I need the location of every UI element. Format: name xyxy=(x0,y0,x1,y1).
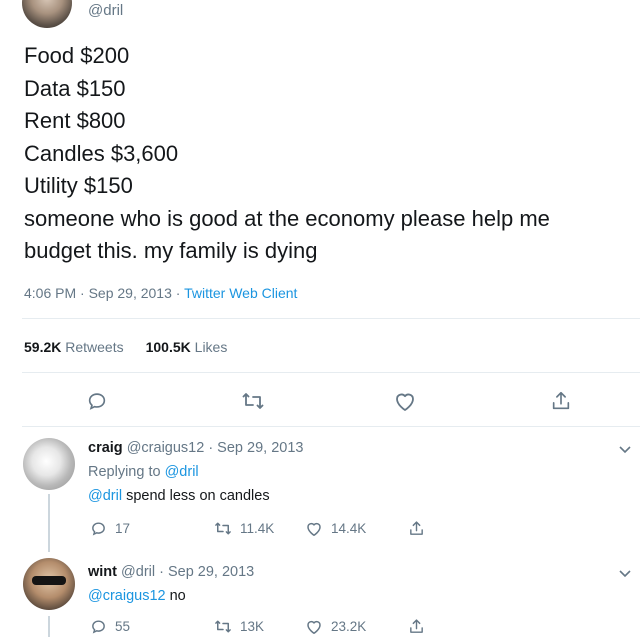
tweet-meta: 4:06 PM · Sep 29, 2013 · Twitter Web Cli… xyxy=(24,285,297,301)
like-button[interactable] xyxy=(390,386,420,416)
reply-actions: 17 11.4K 14.4K xyxy=(0,520,640,540)
tweet-line: someone who is good at the economy pleas… xyxy=(24,205,550,231)
tweet-timestamp[interactable]: 4:06 PM · Sep 29, 2013 · xyxy=(24,285,184,301)
avatar[interactable] xyxy=(23,558,75,610)
retweets-stat[interactable]: 59.2K Retweets xyxy=(24,339,124,355)
reply-button[interactable]: 55 xyxy=(90,618,130,635)
likes-label: Likes xyxy=(194,339,228,355)
share-icon xyxy=(410,619,423,633)
reply-body: spend less on candles xyxy=(122,488,270,504)
retweet-icon xyxy=(242,393,264,409)
like-count: 23.2K xyxy=(331,619,367,634)
avatar[interactable] xyxy=(23,438,75,490)
tweet-client-link[interactable]: Twitter Web Client xyxy=(184,285,297,301)
replying-to-label: Replying to xyxy=(88,464,165,480)
reply-button[interactable] xyxy=(82,386,112,416)
share-button[interactable] xyxy=(408,520,425,537)
retweet-count: 11.4K xyxy=(240,521,275,536)
reply-count: 55 xyxy=(115,619,131,634)
reply-tweet[interactable]: wint @dril · Sep 29, 2013 @craigus12 no … xyxy=(0,552,640,637)
retweet-button[interactable]: 13K xyxy=(214,618,264,635)
tweet-text: Food $200 Data $150 Rent $800 Candles $3… xyxy=(24,40,550,268)
likes-stat[interactable]: 100.5K Likes xyxy=(146,339,228,355)
tweet-stats: 59.2K Retweets 100.5K Likes xyxy=(24,339,227,355)
share-icon xyxy=(552,391,570,410)
replying-to-handle[interactable]: @dril xyxy=(165,464,199,480)
reply-icon xyxy=(92,522,105,536)
reply-header: wint @dril · Sep 29, 2013 xyxy=(88,564,254,580)
mention-link[interactable]: @craigus12 xyxy=(88,588,166,604)
avatar[interactable] xyxy=(22,0,72,28)
chevron-down-icon[interactable] xyxy=(618,442,632,456)
reply-author-name[interactable]: wint xyxy=(88,564,117,580)
reply-icon xyxy=(88,393,106,410)
reply-text: @dril spend less on candles xyxy=(88,488,270,504)
tweet-line: Rent $800 xyxy=(24,108,126,133)
retweet-button[interactable]: 11.4K xyxy=(214,520,274,537)
reply-handle-date[interactable]: @craigus12 · Sep 29, 2013 xyxy=(127,440,304,456)
retweet-button[interactable] xyxy=(238,386,268,416)
tweet-line: Candles $3,600 xyxy=(24,140,179,166)
mention-link[interactable]: @dril xyxy=(88,488,122,504)
tweet-line: budget this. my family is dying xyxy=(24,238,318,263)
like-count: 14.4K xyxy=(331,521,367,536)
reply-author-name[interactable]: craig xyxy=(88,440,123,456)
likes-count: 100.5K xyxy=(145,339,191,355)
reply-count: 17 xyxy=(115,521,131,536)
reply-actions: 55 13K 23.2K xyxy=(0,618,640,638)
retweet-icon xyxy=(215,522,231,535)
share-icon xyxy=(410,521,423,535)
tweet-line: Utility $150 xyxy=(24,173,133,198)
retweet-count: 13K xyxy=(240,619,265,634)
like-icon xyxy=(307,620,321,634)
reply-button[interactable]: 17 xyxy=(90,520,130,537)
retweets-count: 59.2K xyxy=(24,339,62,355)
reply-text: @craigus12 no xyxy=(88,588,186,604)
tweet-line: Data $150 xyxy=(24,75,126,101)
retweets-label: Retweets xyxy=(65,339,124,355)
like-button[interactable]: 23.2K xyxy=(305,618,366,635)
tweet-actions xyxy=(0,386,640,416)
reply-tweet[interactable]: craig @craigus12 · Sep 29, 2013 Replying… xyxy=(0,426,640,552)
reply-handle-date[interactable]: @dril · Sep 29, 2013 xyxy=(121,564,254,580)
reply-body: no xyxy=(165,588,186,604)
like-button[interactable]: 14.4K xyxy=(305,520,366,537)
share-button[interactable] xyxy=(408,618,425,635)
sunglasses xyxy=(32,576,66,585)
like-icon xyxy=(396,393,414,411)
reply-header: craig @craigus12 · Sep 29, 2013 xyxy=(88,440,303,456)
divider xyxy=(22,372,640,373)
author-handle[interactable]: @dril xyxy=(88,2,123,19)
reply-icon xyxy=(92,620,105,634)
share-button[interactable] xyxy=(546,386,576,416)
chevron-down-icon[interactable] xyxy=(618,566,632,580)
tweet-line: Food $200 xyxy=(24,43,130,68)
divider xyxy=(22,318,640,319)
retweet-icon xyxy=(215,620,231,633)
replying-to: Replying to @dril xyxy=(88,464,199,480)
like-icon xyxy=(307,522,321,536)
